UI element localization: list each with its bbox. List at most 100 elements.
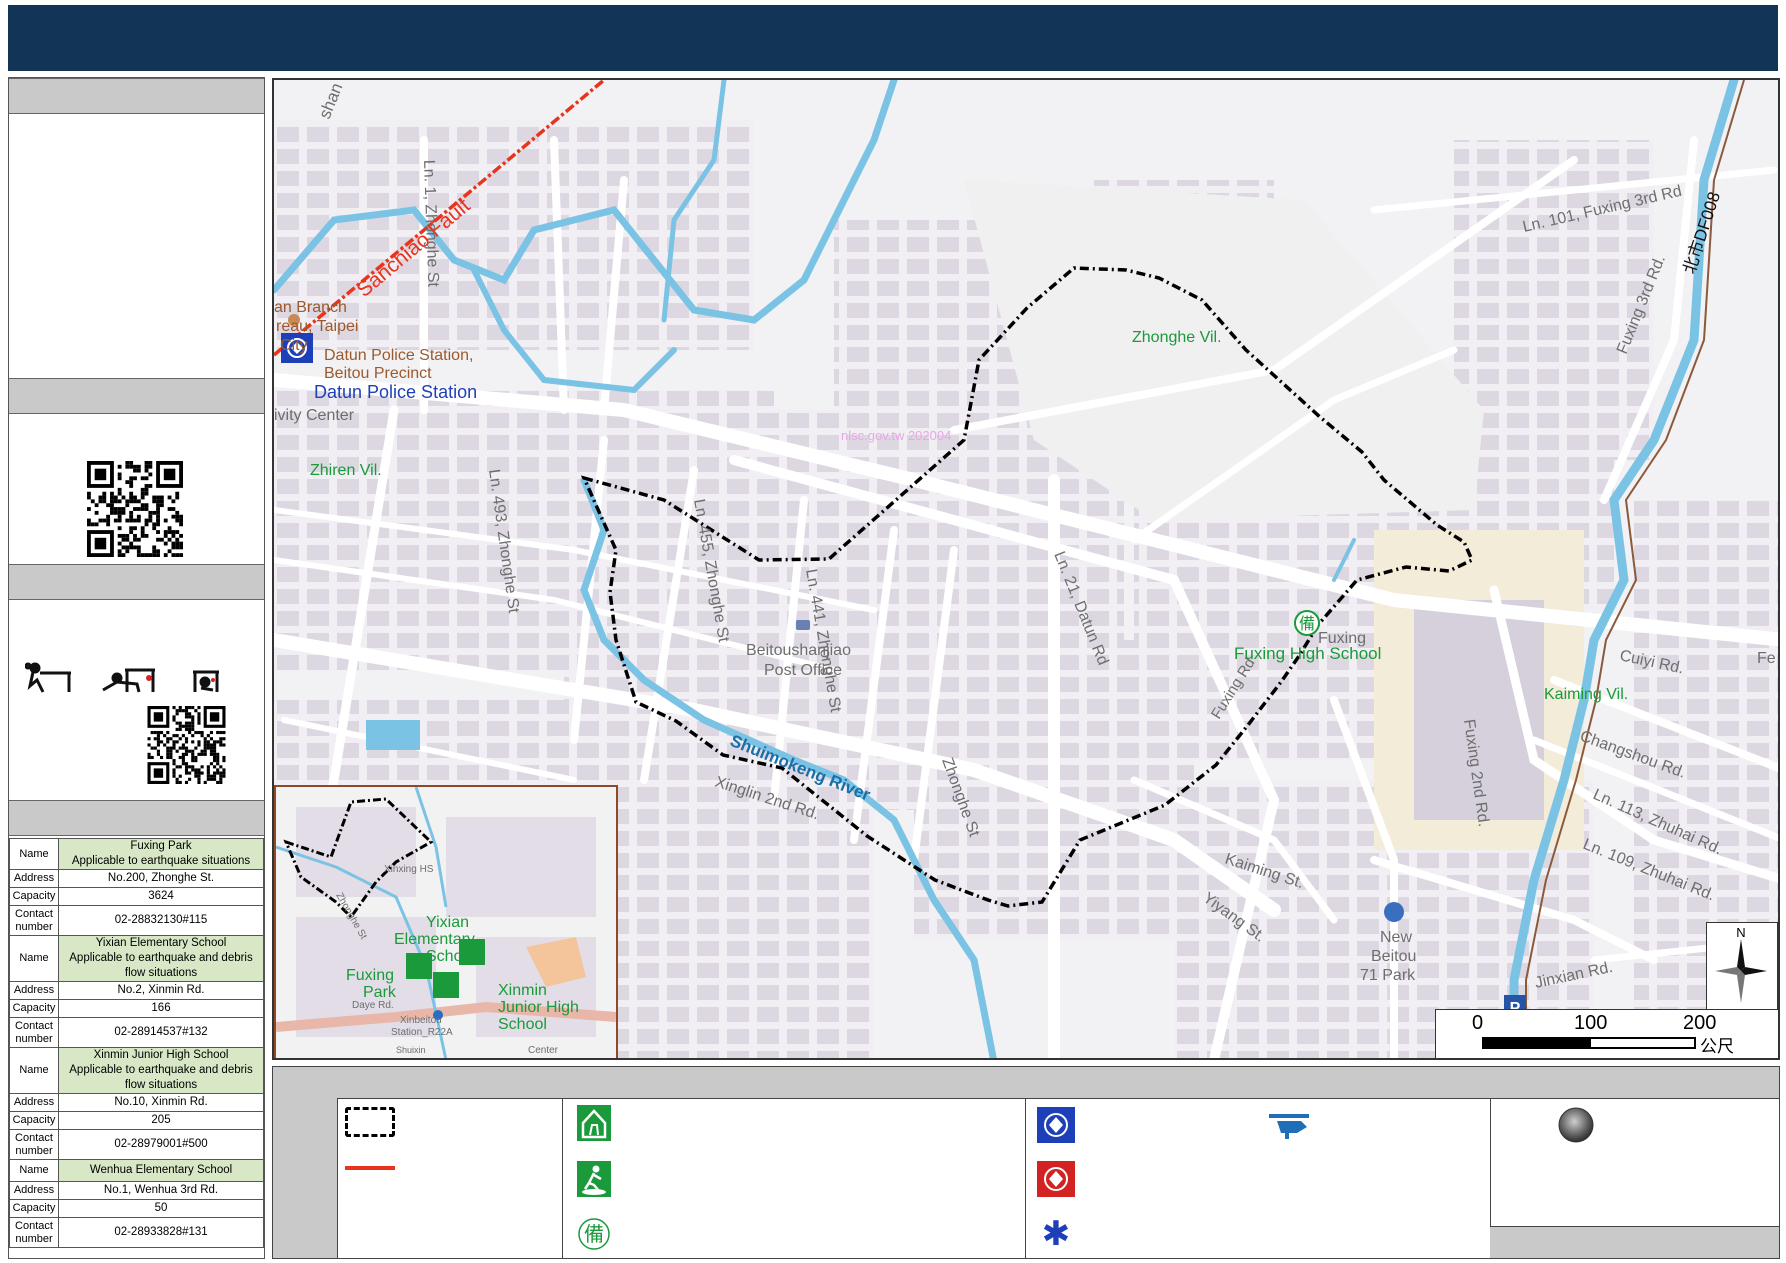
- legend-col-shelters: 備: [562, 1067, 1026, 1258]
- reserve-icon: 備: [578, 1218, 610, 1250]
- police-icon: [1037, 1107, 1075, 1143]
- field-value: No.200, Zhonghe St.: [58, 869, 264, 888]
- field-key: Contact number: [9, 1017, 59, 1048]
- inset-label-fuxing-2: Park: [363, 984, 397, 1001]
- inset-label-fuxing-1: Fuxing: [346, 967, 394, 984]
- svg-text:N: N: [1736, 925, 1745, 940]
- table-row: Contact number 02-28832130#115: [9, 905, 264, 936]
- label-zhonghe-vil: Zhonghe Vil.: [1132, 329, 1222, 346]
- field-value: Fuxing Park Applicable to earthquake situ…: [58, 838, 264, 870]
- field-key: Capacity: [9, 1199, 59, 1218]
- field-value: 02-28914537#132: [58, 1017, 264, 1048]
- drop-cover-hold-icons: [24, 658, 225, 698]
- label-activity: ivity Center: [274, 407, 355, 424]
- table-row: Address No.200, Zhonghe St.: [9, 869, 264, 888]
- map-legend: 備 ✱: [272, 1066, 1780, 1259]
- section-header-4: [9, 800, 264, 836]
- label-park-3: 71 Park: [1360, 967, 1416, 984]
- table-row: Name Xinmin Junior High School Applicable …: [9, 1047, 264, 1094]
- qr-code-2[interactable]: [144, 706, 229, 784]
- drop-icon: [24, 662, 71, 693]
- field-value: No.1, Wenhua 3rd Rd.: [58, 1181, 264, 1200]
- legend-col-boundary: [337, 1067, 563, 1258]
- label-branch-3: City: [280, 337, 308, 354]
- label-branch-1: an Branch: [274, 299, 347, 316]
- section-header-2: [9, 378, 264, 414]
- inset-label-xinmin-3: School: [498, 1016, 547, 1033]
- table-row: Contact number 02-28979001#500: [9, 1129, 264, 1160]
- field-value: Wenhua Elementary School: [58, 1159, 264, 1182]
- field-key: Name: [9, 1159, 59, 1182]
- scale-bar: 0 100 200 公尺: [1435, 1009, 1778, 1058]
- inset-label-yixian-1: Yixian: [426, 914, 469, 931]
- field-key: Address: [9, 1181, 59, 1200]
- title-banner: [8, 5, 1778, 71]
- shelter-name: Fuxing Park: [130, 840, 192, 852]
- shelter-name: Yixian Elementary School: [95, 937, 227, 949]
- field-key: Contact number: [9, 1129, 59, 1160]
- label-police-1: Datun Police Station,: [324, 347, 473, 364]
- label-branch-2: reau, Taipei: [276, 318, 358, 335]
- label-park-2: Beitou: [1371, 948, 1416, 965]
- field-key: Capacity: [9, 887, 59, 906]
- shelter-table: Name Fuxing Park Applicable to earthquake …: [9, 838, 264, 1248]
- shelter-note: Applicable to earthquake situations: [71, 855, 251, 867]
- inset-label-yixian-2: Elementary: [394, 931, 475, 948]
- sphere-icon: [1558, 1107, 1594, 1143]
- inset-label-xinmin-1: Xinmin: [498, 982, 547, 999]
- field-key: Name: [9, 838, 59, 870]
- label-police-3: Datun Police Station: [314, 382, 477, 402]
- field-key: Name: [9, 1047, 59, 1094]
- field-value: No.2, Xinmin Rd.: [58, 981, 264, 1000]
- inset-label-shuixin: Shuixin: [396, 1045, 426, 1055]
- shelter-name: Wenhua Elementary School: [89, 1164, 233, 1176]
- label-fe: Fe: [1757, 650, 1776, 667]
- field-key: Address: [9, 869, 59, 888]
- cover-icon: [102, 668, 155, 693]
- section-header-1: [9, 78, 264, 114]
- field-value: 02-28933828#131: [58, 1217, 264, 1248]
- info-sidebar: Name Fuxing Park Applicable to earthquake …: [8, 77, 265, 1259]
- table-row: Capacity 50: [9, 1199, 264, 1218]
- fault-symbol: [345, 1166, 395, 1170]
- label-watermark: nlsc.gov.tw 202004: [841, 428, 951, 443]
- svg-text:備: 備: [584, 1222, 604, 1246]
- label-post-2: Post Office: [764, 662, 842, 679]
- field-key: Address: [9, 1093, 59, 1112]
- helicopter-icon: [1269, 1114, 1309, 1139]
- table-row: Address No.2, Xinmin Rd.: [9, 981, 264, 1000]
- svg-text:✱: ✱: [1042, 1215, 1071, 1251]
- field-key: Name: [9, 935, 59, 982]
- table-row: Name Wenhua Elementary School: [9, 1159, 264, 1182]
- qr-code-1[interactable]: [82, 461, 188, 557]
- field-value: No.10, Xinmin Rd.: [58, 1093, 264, 1112]
- svg-text:備: 備: [1299, 614, 1315, 633]
- table-row: Address No.10, Xinmin Rd.: [9, 1093, 264, 1112]
- inset-label-center: Center: [528, 1045, 559, 1056]
- label-police-2: Beitou Precinct: [324, 365, 432, 382]
- shelter-outdoor-icon: [577, 1161, 611, 1197]
- inset-label-station-1: Xinbeitou: [400, 1015, 442, 1026]
- post-office-icon: [796, 620, 810, 630]
- inset-label-xinxing: Xinxing HS: [384, 864, 434, 875]
- label-fuxing-hs-2: Fuxing High School: [1234, 644, 1381, 663]
- section-header-3: [9, 564, 264, 600]
- shelter-note: Applicable to earthquake and debris flow…: [69, 1064, 253, 1091]
- field-key: Capacity: [9, 1111, 59, 1130]
- shelter-indoor-icon: [577, 1105, 611, 1141]
- legend-col-other: [1490, 1067, 1779, 1258]
- park-icon: [1384, 902, 1404, 922]
- field-value: 166: [58, 999, 264, 1018]
- field-value: 205: [58, 1111, 264, 1130]
- field-key: Contact number: [9, 1217, 59, 1248]
- inset-map[interactable]: Xinxing HS Yixian Elementary School Fuxi…: [274, 785, 618, 1058]
- evacuation-map[interactable]: 備 P shan Rd. Ln. 1, Zhonghe St Sanchiao …: [272, 78, 1780, 1060]
- table-row: Contact number 02-28914537#132: [9, 1017, 264, 1048]
- field-value: Xinmin Junior High School Applicable to e…: [58, 1047, 264, 1094]
- label-park-1: New: [1380, 929, 1412, 946]
- table-row: Name Fuxing Park Applicable to earthquake …: [9, 838, 264, 870]
- hold-icon: [193, 670, 219, 692]
- field-value: 3624: [58, 887, 264, 906]
- shelter-note: Applicable to earthquake and debris flow…: [69, 952, 253, 979]
- inset-label-daye: Daye Rd.: [352, 1000, 394, 1011]
